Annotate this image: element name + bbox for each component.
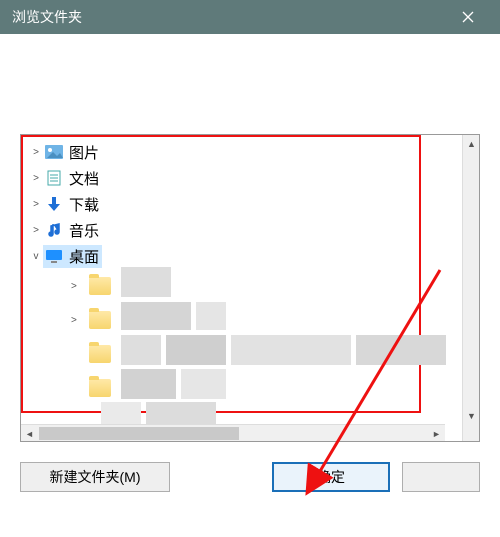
tree-subitem[interactable]: > bbox=[51, 371, 462, 405]
folder-tree-container: > 图片 > 文档 > bbox=[20, 134, 480, 442]
tree-item-label: 音乐 bbox=[69, 220, 99, 241]
expand-icon[interactable]: > bbox=[29, 147, 43, 158]
tree-subitem[interactable]: > bbox=[51, 269, 462, 303]
music-icon bbox=[45, 221, 63, 239]
close-icon bbox=[462, 11, 474, 23]
tree-item-label: 图片 bbox=[69, 142, 99, 163]
scroll-right-icon[interactable]: ► bbox=[428, 425, 445, 441]
vertical-scrollbar[interactable]: ▲ ▼ bbox=[462, 135, 479, 441]
collapse-icon[interactable]: v bbox=[29, 251, 43, 262]
folder-icon bbox=[89, 311, 111, 329]
desktop-icon bbox=[45, 247, 63, 265]
ok-button[interactable]: 确定 bbox=[272, 462, 390, 492]
folder-tree[interactable]: > 图片 > 文档 > bbox=[21, 135, 462, 441]
scroll-thumb[interactable] bbox=[39, 427, 239, 440]
scroll-left-icon[interactable]: ◄ bbox=[21, 425, 38, 441]
desktop-subtree: > > > > bbox=[21, 269, 462, 405]
folder-icon bbox=[89, 277, 111, 295]
pictures-icon bbox=[45, 143, 63, 161]
documents-icon bbox=[45, 169, 63, 187]
tree-item-label: 文档 bbox=[69, 168, 99, 189]
tree-item-pictures[interactable]: > 图片 bbox=[21, 139, 462, 165]
tree-item-downloads[interactable]: > 下载 bbox=[21, 191, 462, 217]
tree-subitem[interactable]: > bbox=[51, 337, 462, 371]
dialog-title: 浏览文件夹 bbox=[12, 7, 82, 27]
expand-icon[interactable]: > bbox=[29, 199, 43, 210]
folder-icon bbox=[89, 379, 111, 397]
tree-item-label: 下载 bbox=[69, 194, 99, 215]
tree-item-desktop[interactable]: v 桌面 bbox=[21, 243, 462, 269]
folder-icon bbox=[89, 345, 111, 363]
expand-icon[interactable]: > bbox=[71, 315, 85, 326]
dialog-body: > 图片 > 文档 > bbox=[0, 34, 500, 537]
button-row: 新建文件夹(M) 确定 bbox=[20, 462, 480, 492]
cancel-button[interactable] bbox=[402, 462, 480, 492]
tree-item-documents[interactable]: > 文档 bbox=[21, 165, 462, 191]
expand-icon[interactable]: > bbox=[71, 281, 85, 292]
scroll-up-icon[interactable]: ▲ bbox=[463, 135, 480, 152]
tree-item-label: 桌面 bbox=[69, 246, 99, 267]
titlebar: 浏览文件夹 bbox=[0, 0, 500, 34]
new-folder-button[interactable]: 新建文件夹(M) bbox=[20, 462, 170, 492]
tree-subitem[interactable]: > bbox=[51, 303, 462, 337]
tree-item-music[interactable]: > 音乐 bbox=[21, 217, 462, 243]
expand-icon[interactable]: > bbox=[29, 173, 43, 184]
expand-icon[interactable]: > bbox=[29, 225, 43, 236]
close-button[interactable] bbox=[448, 0, 488, 34]
downloads-icon bbox=[45, 195, 63, 213]
scroll-down-icon[interactable]: ▼ bbox=[463, 407, 480, 424]
horizontal-scrollbar[interactable]: ◄ ► bbox=[21, 424, 445, 441]
